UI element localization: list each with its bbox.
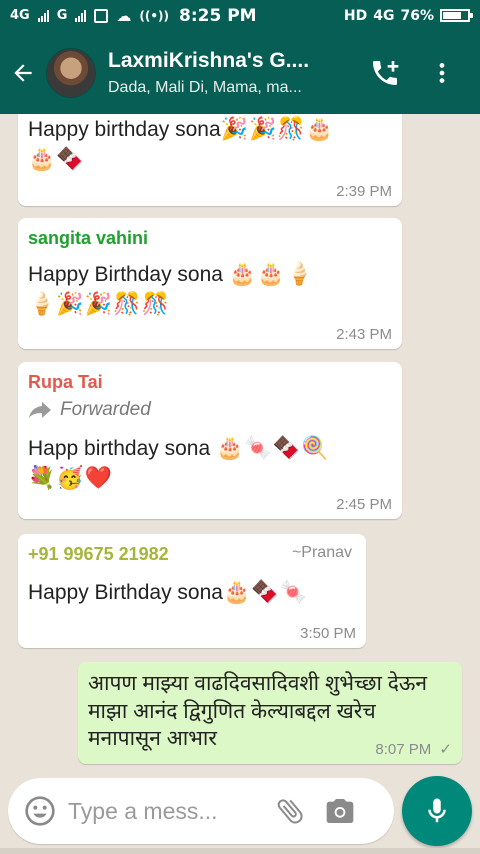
emoji-button[interactable] [24, 795, 56, 827]
sent-check-icon: ✓ [439, 741, 452, 758]
network-label-2: G [56, 8, 68, 23]
message-sender: sangita vahini [28, 228, 149, 248]
forward-arrow-icon [29, 402, 51, 418]
chat-subtitle: Dada, Mali Di, Mama, ma... [108, 78, 302, 96]
signal-icon-2 [75, 9, 87, 22]
message-time: 8:07 PM [375, 741, 432, 758]
camera-icon [326, 799, 354, 823]
status-time: 8:25 PM [179, 5, 257, 26]
message-sender: Rupa Tai [28, 372, 103, 392]
message-time: 2:43 PM [336, 326, 392, 343]
message-text: Happy Birthday sona🎂🍫🍬 [28, 579, 309, 604]
message-bubble-outgoing[interactable]: आपण माझ्या वाढदिवसादिवशी शुभेच्छा देऊन म… [78, 662, 462, 764]
message-bubble-3[interactable]: Rupa Tai Forwarded Happ birthday sona 🎂🍬… [18, 362, 402, 519]
attachment-icon [277, 799, 303, 824]
message-emoji: 💐🥳❤️ [28, 465, 114, 491]
chat-title: LaxmiKrishna's G.... [108, 48, 310, 72]
message-input[interactable]: Type a mess... [68, 798, 268, 825]
message-text: Happy Birthday sona 🎂🎂🍦 [28, 261, 314, 286]
hd-label: HD [343, 7, 368, 24]
message-text: Happ birthday sona 🎂🍬🍫🍭 [28, 435, 330, 460]
attach-button[interactable] [274, 795, 306, 827]
status-bar: 4G G ☁ ((•)) 8:25 PM HD 4G 76% [0, 0, 480, 31]
back-button[interactable] [0, 31, 46, 114]
message-bubble-4[interactable]: +91 99675 21982 ~Pranav Happy Birthday s… [18, 534, 366, 648]
camera-button[interactable] [324, 795, 356, 827]
message-bubble-1[interactable]: Happy birthday sona🎉🎉🎊🎂 🎂🍫 2:39 PM [18, 114, 402, 206]
message-bubble-2[interactable]: sangita vahini Happy Birthday sona 🎂🎂🍦 🍦… [18, 218, 402, 349]
bottom-edge [0, 848, 480, 854]
message-time: 2:45 PM [336, 496, 392, 513]
battery-icon [440, 9, 473, 22]
message-composer: Type a mess... [8, 778, 394, 844]
chat-header: LaxmiKrishna's G.... Dada, Mali Di, Mama… [0, 31, 480, 114]
network-label-1: 4G [10, 8, 30, 23]
message-emoji: 🎂🍫 [28, 146, 85, 172]
mic-button[interactable] [402, 776, 472, 846]
network-label-3: 4G [373, 7, 395, 24]
add-call-button[interactable] [354, 31, 416, 114]
message-emoji: 🍦🎉🎉🎊🎊 [28, 291, 170, 317]
message-time: 3:50 PM [300, 625, 356, 642]
cloud-icon: ☁ [116, 6, 132, 25]
message-time: 2:39 PM [336, 183, 392, 200]
hotspot-icon: ((•)) [139, 8, 169, 23]
status-right: HD 4G 76% [343, 7, 473, 24]
menu-button[interactable] [416, 31, 468, 114]
add-call-icon [373, 60, 399, 85]
message-author: ~Pranav [291, 544, 352, 561]
group-avatar[interactable] [46, 47, 96, 98]
chat-title-block[interactable]: LaxmiKrishna's G.... Dada, Mali Di, Mama… [108, 49, 354, 97]
message-time-row: 8:07 PM ✓ [375, 740, 452, 758]
mic-icon [428, 798, 446, 823]
emoji-icon [25, 796, 55, 826]
battery-percent: 76% [400, 7, 434, 24]
signal-icon [37, 9, 49, 22]
message-text: Happy birthday sona🎉🎉🎊🎂 [28, 116, 335, 141]
arrow-back-icon [14, 63, 32, 82]
signal-group: 4G G ☁ ((•)) [10, 7, 169, 25]
notification-icon [94, 8, 109, 23]
forwarded-indicator: Forwarded [28, 399, 392, 421]
chat-area[interactable]: Happy birthday sona🎉🎉🎊🎂 🎂🍫 2:39 PM sangi… [0, 114, 480, 774]
more-vert-icon [439, 62, 445, 83]
